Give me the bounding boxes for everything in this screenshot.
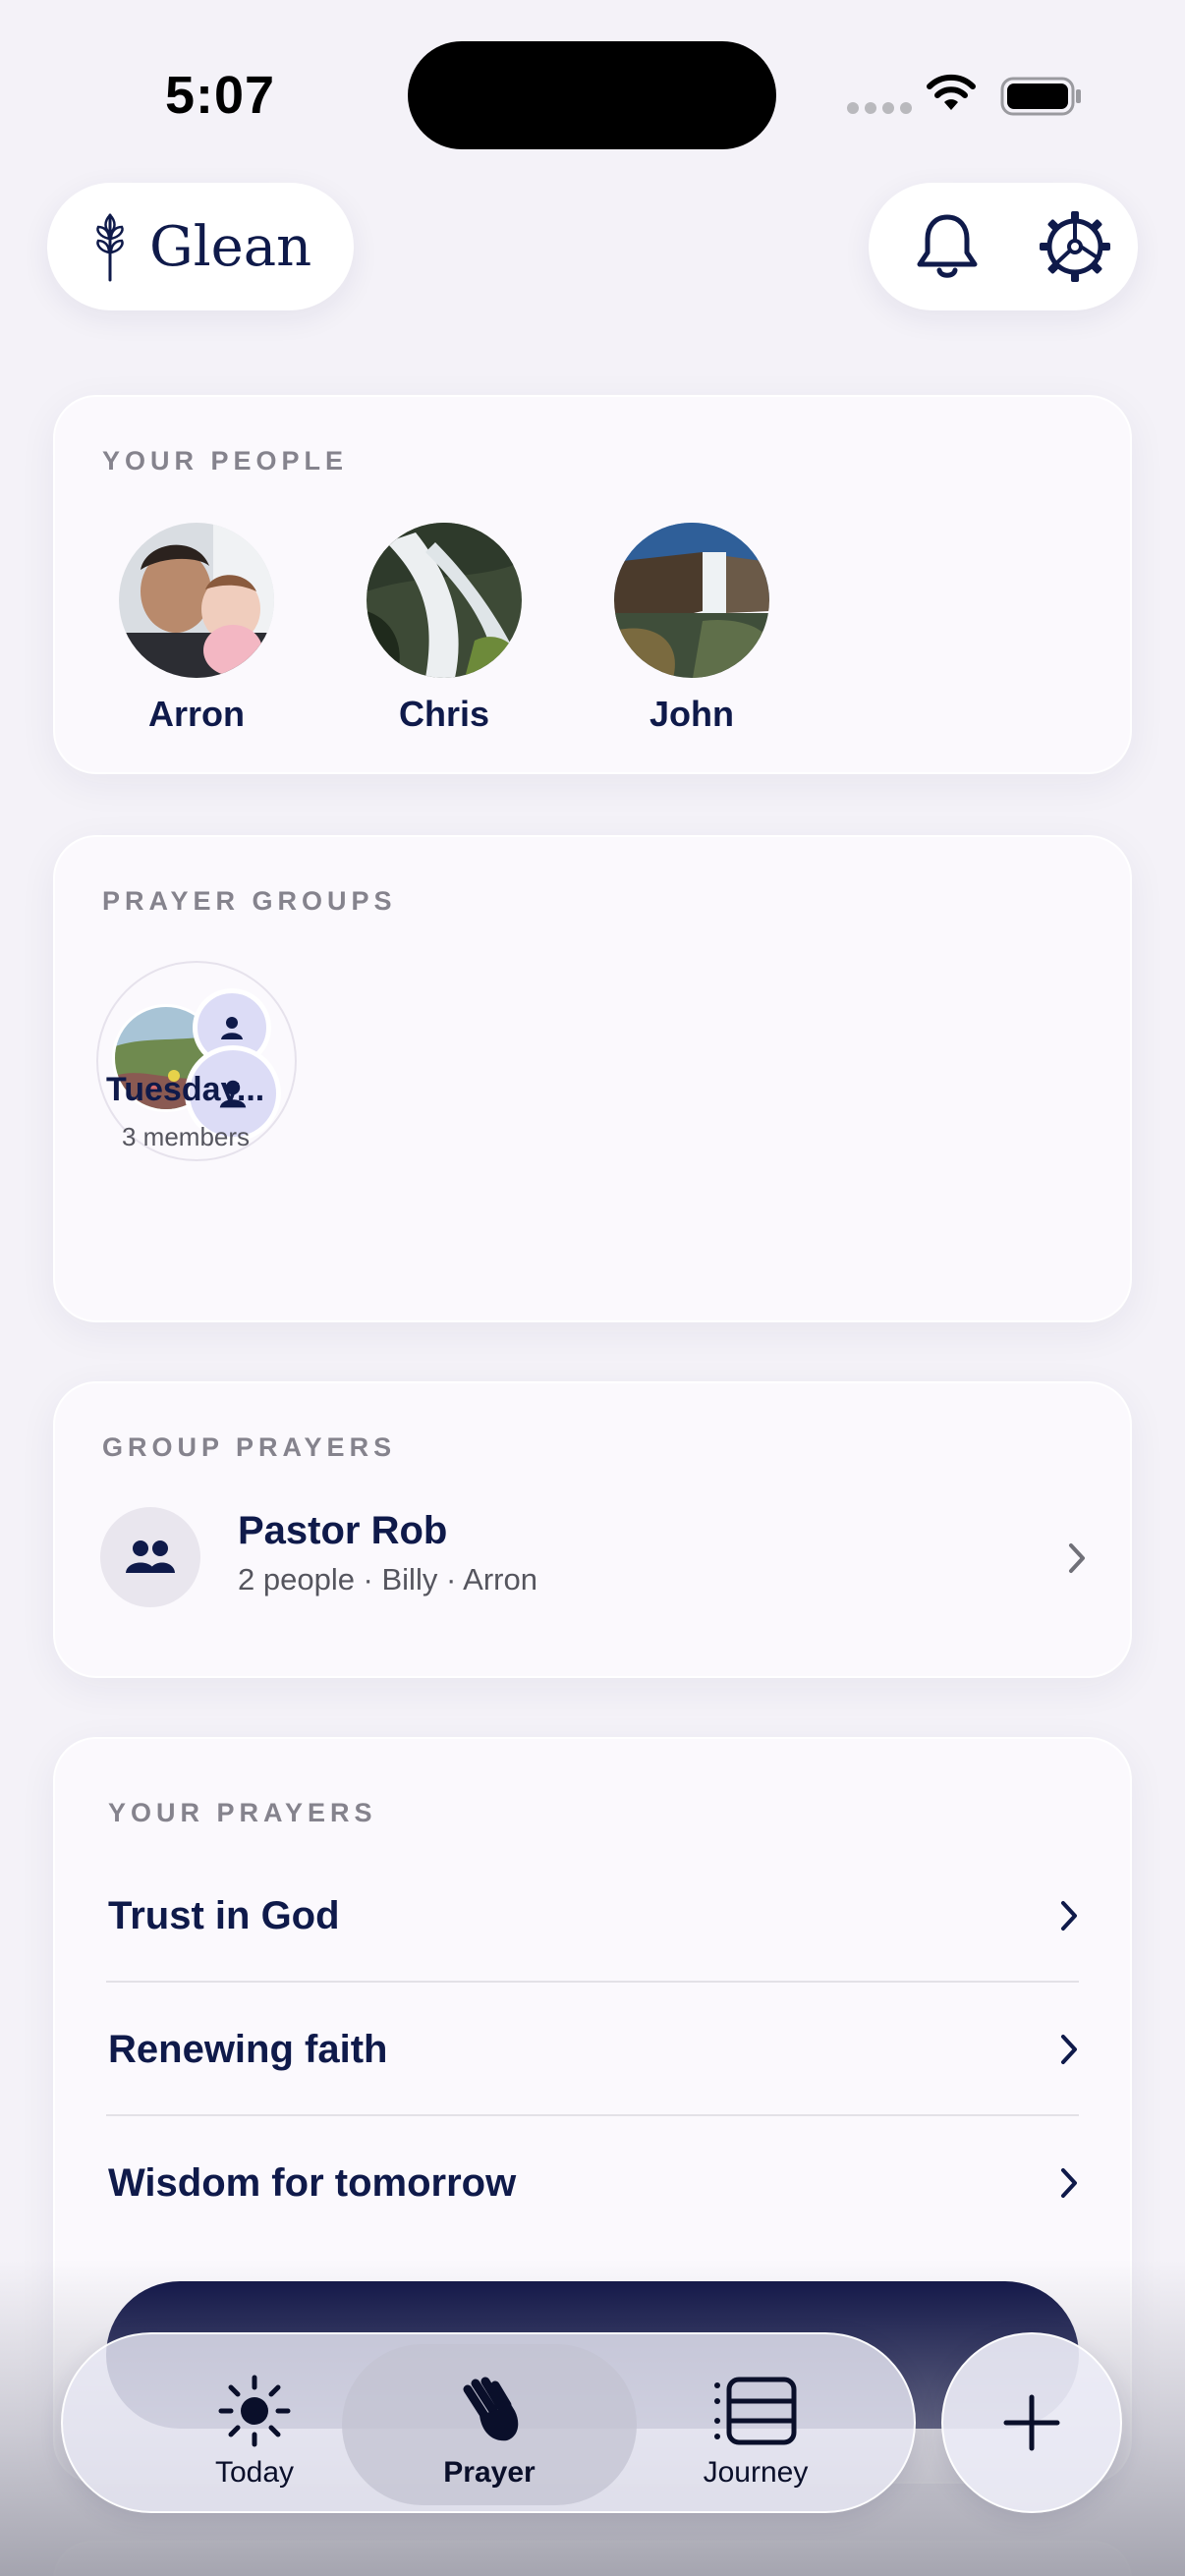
- person-name: John: [649, 694, 734, 734]
- your-people-card: YOUR PEOPLE Arron Chris John: [53, 395, 1132, 774]
- group-members-count: 3 members: [122, 1122, 251, 1151]
- avatar: [614, 523, 769, 678]
- tab-label: Journey: [703, 2456, 809, 2489]
- prayer-label: Trust in God: [108, 1894, 340, 1937]
- add-button[interactable]: [941, 2332, 1122, 2513]
- sun-icon: [218, 2375, 291, 2447]
- wifi-icon: [927, 74, 976, 110]
- person-name: Arron: [148, 694, 245, 734]
- gear-icon[interactable]: [1036, 207, 1114, 286]
- person-icon: [221, 1017, 243, 1039]
- prayer-item[interactable]: Trust in God: [106, 1849, 1079, 1983]
- group-prayer-title: Pastor Rob: [238, 1509, 448, 1552]
- cellular-signal-icon: [847, 102, 912, 114]
- your-prayers-title: YOUR PRAYERS: [108, 1798, 377, 1827]
- person-name: Chris: [398, 694, 490, 734]
- group-prayer-item[interactable]: Pastor Rob 2 people · Billy · Arron: [55, 1493, 1130, 1621]
- status-time: 5:07: [165, 66, 276, 125]
- plus-icon: [1003, 2394, 1060, 2451]
- battery-icon: [1000, 77, 1081, 116]
- your-people-title: YOUR PEOPLE: [102, 446, 349, 476]
- brand-name: Glean: [149, 214, 312, 279]
- avatar: [119, 523, 274, 678]
- bell-icon[interactable]: [908, 207, 987, 286]
- prayer-groups-title: PRAYER GROUPS: [102, 886, 397, 916]
- group-prayers-title: GROUP PRAYERS: [102, 1432, 397, 1462]
- person-john[interactable]: John: [613, 523, 770, 735]
- chevron-right-icon: [1061, 2168, 1077, 2198]
- person-chris[interactable]: Chris: [366, 523, 523, 735]
- prayer-item[interactable]: Wisdom for tomorrow: [106, 2116, 1079, 2250]
- brand-logo[interactable]: Glean: [47, 183, 354, 310]
- person-arron[interactable]: Arron: [118, 523, 275, 735]
- group-name: Tuesday...: [106, 1071, 265, 1108]
- avatar: [367, 523, 522, 678]
- tab-label: Prayer: [443, 2456, 536, 2489]
- people-icon: [100, 1507, 200, 1607]
- prayer-label: Wisdom for tomorrow: [108, 2161, 517, 2205]
- chevron-right-icon: [1061, 2035, 1077, 2064]
- tab-bar: Today Prayer Journey: [61, 2332, 916, 2513]
- prayer-label: Renewing faith: [108, 2028, 388, 2071]
- dynamic-island: [408, 41, 776, 149]
- group-prayer-subtitle: 2 people · Billy · Arron: [238, 1562, 537, 1596]
- list-icon: [714, 2377, 797, 2445]
- wheat-icon: [96, 213, 124, 282]
- header-actions: [869, 183, 1138, 310]
- chevron-right-icon: [1069, 1543, 1085, 1573]
- prayer-item[interactable]: Renewing faith: [106, 1983, 1079, 2116]
- group-prayers-card: GROUP PRAYERS Pastor Rob 2 people · Bill…: [53, 1381, 1132, 1678]
- prayer-groups-card: PRAYER GROUPS Tuesday... 3 members: [53, 835, 1132, 1322]
- praying-hands-icon: [463, 2377, 519, 2441]
- chevron-right-icon: [1061, 1901, 1077, 1931]
- tab-journey[interactable]: Journey: [613, 2344, 898, 2505]
- tab-prayer[interactable]: Prayer: [342, 2344, 637, 2505]
